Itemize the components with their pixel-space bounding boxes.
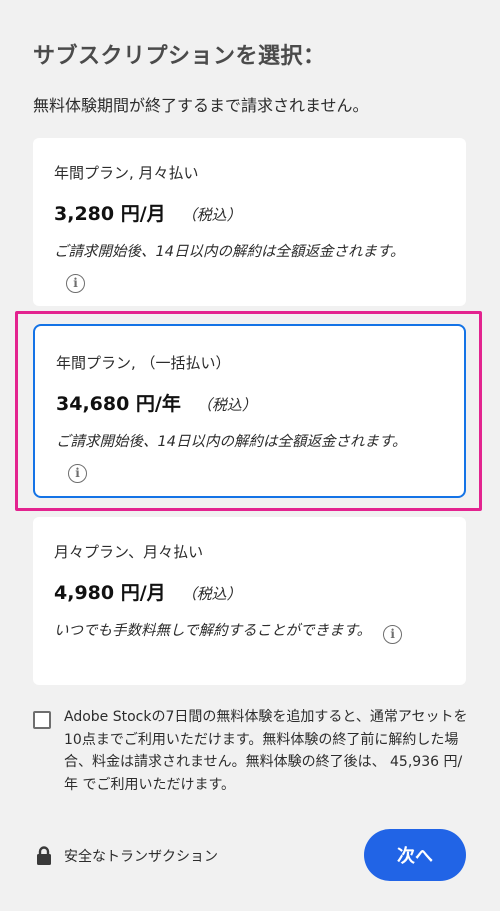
info-icon[interactable]: i	[68, 463, 87, 483]
stock-addon-checkbox[interactable]	[33, 711, 51, 729]
lock-icon	[37, 846, 51, 865]
plan-refund-text: ご請求開始後、14日以内の解約は全額返金されます。	[56, 434, 407, 450]
next-button[interactable]: 次へ	[364, 829, 466, 881]
plan-refund-note: ご請求開始後、14日以内の解約は全額返金されます。 i	[56, 428, 431, 484]
plan-name: 年間プラン, （一括払い）	[56, 354, 231, 372]
info-icon[interactable]: i	[66, 273, 85, 293]
plan-name: 年間プラン, 月々払い	[54, 164, 199, 182]
page-title: サブスクリプションを選択：	[33, 44, 326, 69]
secure-transaction-label: 安全なトランザクション	[64, 849, 218, 865]
secure-transaction: 安全なトランザクション	[36, 846, 218, 866]
stock-addon: Adobe Stockの7日間の無料体験を追加すると、通常アセットを10点までご…	[33, 706, 473, 796]
plan-card-annual-prepaid[interactable]: 年間プラン, （一括払い） 34,680 円/年 （税込） ご請求開始後、14日…	[33, 324, 466, 498]
plan-tax-label: （税込）	[181, 206, 242, 224]
subscription-page: サブスクリプションを選択： 無料体験期間が終了するまで請求されません。 年間プラ…	[0, 0, 500, 911]
plan-card-annual-monthly[interactable]: 年間プラン, 月々払い 3,280 円/月 （税込） ご請求開始後、14日以内の…	[33, 138, 466, 306]
plan-price: 34,680 円/年	[56, 393, 181, 415]
plan-price: 4,980 円/月	[54, 582, 166, 604]
page-subtitle: 無料体験期間が終了するまで請求されません。	[33, 96, 369, 115]
plan-cancel-note: いつでも手数料無しで解約することができます。 i	[54, 617, 429, 645]
plan-cancel-text: いつでも手数料無しで解約することができます。	[54, 623, 372, 639]
plan-name: 月々プラン、月々払い	[54, 543, 204, 561]
plan-tax-label: （税込）	[181, 585, 242, 603]
stock-addon-text: Adobe Stockの7日間の無料体験を追加すると、通常アセットを10点までご…	[64, 709, 468, 793]
info-icon[interactable]: i	[383, 624, 403, 644]
plan-tax-label: （税込）	[196, 396, 257, 414]
plan-refund-note: ご請求開始後、14日以内の解約は全額返金されます。 i	[54, 238, 429, 294]
plan-card-monthly[interactable]: 月々プラン、月々払い 4,980 円/月 （税込） いつでも手数料無しで解約する…	[33, 517, 466, 685]
plan-refund-text: ご請求開始後、14日以内の解約は全額返金されます。	[54, 244, 405, 260]
plan-price: 3,280 円/月	[54, 203, 166, 225]
